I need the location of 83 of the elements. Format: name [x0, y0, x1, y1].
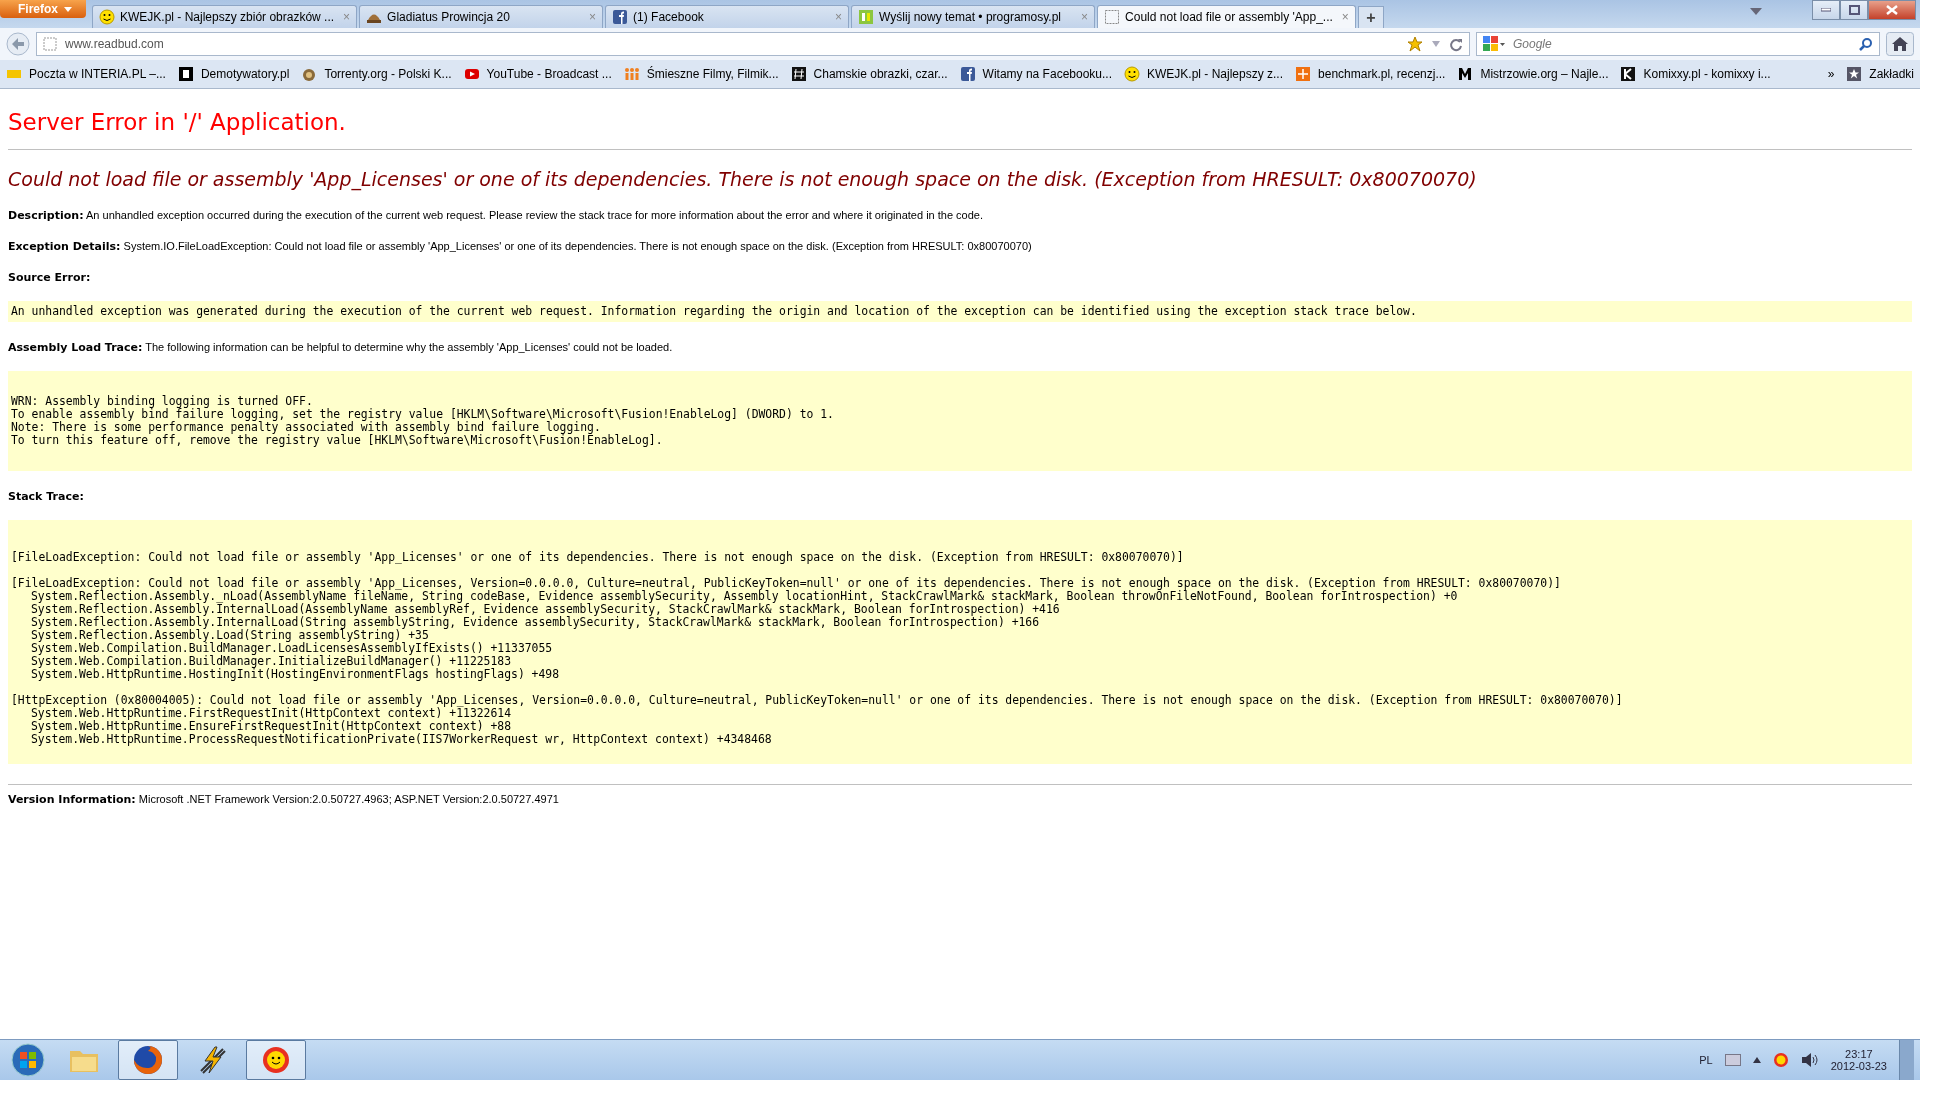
browser-tab[interactable]: Wyślij nowy temat • programosy.pl × [851, 5, 1096, 28]
bookmark-link[interactable]: Witamy na Facebooku... [982, 67, 1112, 81]
section-label: Stack Trace: [8, 490, 84, 503]
address-field[interactable]: www.readbud.com [36, 32, 1470, 56]
new-tab-button[interactable]: + [1357, 6, 1384, 28]
keyboard-icon[interactable] [1724, 1054, 1741, 1066]
browser-tab[interactable]: Gladiatus Prowincja 20 × [359, 5, 604, 28]
bookmarks-overflow-button[interactable]: » [1827, 67, 1835, 81]
stack-trace-line: [FileLoadException: Could not load file or assembly 'App_Licenses, Version=0.0.0.0, Culture=neutral, PublicKeyToken=null' or one of its dependencies. There is not enough space on the disk. (Exception from HRESULT: 0x80070070)] [11, 577, 1562, 590]
stack-frame-line: System.Reflection.Assembly.Load(String assemblyString) +35 [30, 629, 429, 642]
stack-frame-line: System.Reflection.Assembly.InternalLoad(AssemblyName assemblyRef, Evidence assemblySecurity, StackCrawlMark& stackMark, Boolean forIntrospection) +416 [30, 603, 1061, 616]
error-heading: Could not load file or assembly 'App_Licenses' or one of its dependencies. There is not enough space on the disk. (Exception from HRESULT: 0x80070070) [8, 168, 1478, 190]
frame-icon [177, 66, 194, 82]
page-title: Server Error in '/' Application. [8, 109, 1912, 150]
reload-icon[interactable] [1449, 36, 1463, 52]
youtube-icon [463, 66, 480, 82]
code-line: WRN: Assembly binding logging is turned OFF. [11, 395, 314, 408]
search-bar[interactable]: Google [1476, 32, 1880, 56]
stack-frame-line: System.Web.HttpRuntime.HostingInit(HostingEnvironmentFlags hostingFlags) +498 [30, 668, 561, 681]
code-line: To enable assembly bind failure logging, set the registry value [HKLM\Software\Microsoft\Fusion!EnableLog] (DWORD) to 1. [11, 408, 835, 421]
bookmark-link[interactable]: Mistrzowie.org – Najle... [1480, 67, 1609, 81]
bookmark-link[interactable]: YouTube - Broadcast ... [486, 67, 612, 81]
exception-details-text: Exception Details: System.IO.FileLoadException: Could not load file or assembly 'App_Licenses' or one of its dependencies. There is not enough space on the disk. (Exception from HRESULT: 0x80070070) [8, 239, 1033, 254]
close-button[interactable] [1868, 0, 1916, 20]
taskbar-app-button[interactable] [246, 1040, 306, 1080]
smiley-icon [1124, 66, 1140, 82]
site-identity-icon [43, 37, 57, 51]
caret-icon [64, 6, 72, 12]
maximize-icon [1848, 5, 1860, 15]
tab-list-icon[interactable] [1750, 8, 1762, 16]
maximize-button[interactable] [1840, 0, 1868, 20]
code-line: To turn this feature off, remove the registry value [HKLM\Software\Microsoft\Fusion!EnableLog]. [11, 434, 664, 447]
stack-frame-line: System.Web.HttpRuntime.EnsureFirstRequestInit(HttpContext context) +88 [30, 720, 512, 733]
code-line: Note: There is some performance penalty associated with assembly bind failure logging. [11, 421, 601, 434]
bookmark-link[interactable]: Chamskie obrazki, czar... [813, 67, 948, 81]
facebook-icon [612, 9, 629, 25]
search-icon[interactable] [1859, 37, 1873, 51]
facebook-icon [959, 66, 976, 82]
people-icon [623, 66, 640, 82]
browser-tab[interactable]: Could not load file or assembly 'App_... × [1097, 5, 1356, 28]
bookmark-link[interactable]: KWEJK.pl - Najlepszy z... [1147, 67, 1284, 81]
tray-arrow-icon[interactable] [1752, 1057, 1761, 1063]
section-label: Source Error: [8, 271, 91, 284]
blank-page-icon [1104, 9, 1121, 25]
stack-frame-line: System.Reflection.Assembly.InternalLoad(String assemblyString, Evidence assemblySecurity, StackCrawlMark& stackMark, Boolean forIntrospection) +166 [30, 616, 1041, 629]
close-icon [1886, 5, 1898, 15]
star-icon[interactable] [1407, 36, 1423, 52]
browser-tab[interactable]: KWEJK.pl - Najlepszy zbiór obrazków ... × [92, 5, 358, 28]
stack-frame-line: System.Web.Compilation.BuildManager.InitializeBuildManager() +11225183 [30, 655, 512, 668]
close-icon[interactable]: × [1337, 10, 1349, 24]
smiley-icon [99, 9, 115, 25]
bookmark-link[interactable]: Torrenty.org - Polski K... [324, 67, 452, 81]
stack-frame-line: System.Web.Compilation.BuildManager.LoadLicensesAssemblyIfExists() +11337055 [30, 642, 554, 655]
home-button[interactable] [1886, 32, 1914, 56]
back-button[interactable] [6, 32, 30, 56]
stack-frame-line: System.Web.HttpRuntime.ProcessRequestNotificationPrivate(IIS7WorkerRequest wr, HttpContext context) +4348468 [30, 733, 773, 746]
browser-tab[interactable]: (1) Facebook × [605, 5, 850, 28]
language-indicator[interactable]: PL [1699, 1054, 1713, 1066]
speaker-icon[interactable] [1800, 1052, 1819, 1068]
stack-trace-line: [HttpException (0x80004005): Could not load file or assembly 'App_Licenses, Version=0.0.0.0, Culture=neutral, PublicKeyToken=null' or one of its dependencies. There is not enough space on the disk. (Exception from HRESULT: 0x80070070)] [11, 694, 1624, 707]
taskbar-app-button[interactable] [118, 1040, 178, 1080]
bookmark-link[interactable]: Komixxy.pl - komixxy i... [1643, 67, 1771, 81]
assembly-load-trace-text: Assembly Load Trace: The following information can be helpful to determine why the assembly 'App_Licenses' could not be loaded. [8, 340, 674, 355]
bookmark-link[interactable]: Demotywatory.pl [200, 67, 290, 81]
sun-icon[interactable] [1772, 1052, 1789, 1068]
stack-frame-line: System.Web.HttpRuntime.FirstRequestInit(HttpContext context) +11322614 [31, 707, 512, 720]
star-icon [1846, 66, 1863, 82]
clock[interactable]: 23:17 2012-03-23 [1830, 1048, 1887, 1072]
minimize-icon [1821, 8, 1831, 12]
stack-frame-line: System.Reflection.Assembly._nLoad(AssemblyName fileName, String codeBase, Evidence assemblySecurity, Assembly locationHint, StackCrawlMark& stackMark, Boolean throwOnFileNotFound, Boolean forIntrospection) +0 [31, 590, 1459, 603]
bookmark-link[interactable]: Śmieszne Filmy, Filmik... [646, 67, 779, 81]
source-error-text: An unhandled exception was generated during the execution of the current web request. Information regarding the origin and location of the exception can be identified using the exception stack trace below. [11, 305, 1418, 318]
bookmark-link[interactable]: Poczta w INTERIA.PL –... [29, 67, 166, 81]
firefox-icon [131, 1043, 165, 1077]
description-text: Description: An unhandled exception occurred during the execution of the current web request. Please review the stack trace for more information about the error and where it originated in the code. [8, 208, 985, 223]
stack-trace-line: [FileLoadException: Could not load file or assembly 'App_Licenses' or one of its dependencies. There is not enough space on the disk. (Exception from HRESULT: 0x80070070)] [11, 551, 1185, 564]
version-text: Version Information: Microsoft .NET Framework Version:2.0.50727.4963; ASP.NET Version:2.0.50727.4971 [8, 792, 560, 807]
search-field[interactable]: Google [1511, 36, 1853, 52]
search-engine-icon[interactable] [1483, 36, 1505, 52]
bookmark-link[interactable]: benchmark.pl, recenzj... [1318, 67, 1446, 81]
bookmarks-menu-button[interactable]: Zakładki [1869, 67, 1914, 81]
minimize-button[interactable] [1812, 0, 1840, 20]
hash-icon [790, 66, 807, 82]
